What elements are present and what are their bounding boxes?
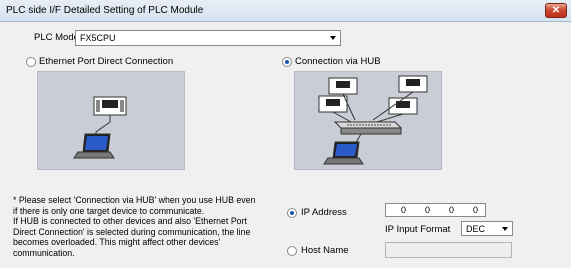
direct-connection-diagram bbox=[37, 71, 185, 170]
host-name-input[interactable] bbox=[385, 242, 512, 258]
laptop-icon bbox=[73, 133, 115, 159]
radio-connection-via-hub[interactable] bbox=[282, 57, 292, 67]
direct-connection-illustration bbox=[73, 96, 127, 159]
window-title: PLC side I/F Detailed Setting of PLC Mod… bbox=[6, 5, 204, 16]
note-line: Direct Connection' is selected during co… bbox=[13, 226, 251, 237]
hub-usage-note: * Please select 'Connection via HUB' whe… bbox=[13, 195, 283, 258]
plc-mode-select[interactable]: FX5CPU bbox=[75, 30, 341, 46]
hub-icon bbox=[333, 121, 403, 135]
note-line: communication. bbox=[13, 247, 75, 258]
note-line: if there is only one target device to co… bbox=[13, 205, 205, 216]
radio-direct-connection[interactable] bbox=[26, 57, 36, 67]
close-button[interactable]: ✕ bbox=[545, 3, 567, 18]
connection-via-hub-label: Connection via HUB bbox=[295, 56, 381, 67]
ip-octet-2[interactable]: 0 bbox=[410, 205, 430, 215]
title-bar: PLC side I/F Detailed Setting of PLC Mod… bbox=[0, 0, 571, 22]
note-line: becomes overloaded. This might affect ot… bbox=[13, 237, 221, 247]
plc-icon bbox=[93, 96, 127, 116]
chevron-down-icon bbox=[330, 36, 336, 40]
ip-input-format-label: IP Input Format bbox=[385, 224, 451, 235]
ip-address-label: IP Address bbox=[301, 207, 347, 218]
via-hub-illustration bbox=[318, 75, 428, 165]
ip-address-input[interactable]: 0 0 0 0 bbox=[385, 203, 486, 217]
ip-octet-4[interactable]: 0 bbox=[458, 205, 478, 215]
radio-host-name[interactable] bbox=[287, 246, 297, 256]
host-name-label: Host Name bbox=[301, 245, 349, 256]
direct-connection-label: Ethernet Port Direct Connection bbox=[39, 56, 174, 67]
plc-icon bbox=[398, 75, 428, 93]
note-line: If HUB is connected to other devices and… bbox=[13, 216, 247, 226]
chevron-down-icon bbox=[502, 227, 508, 231]
ip-octet-1[interactable]: 0 bbox=[386, 205, 406, 215]
plc-mode-label: PLC Mode bbox=[34, 32, 79, 43]
plc-mode-value: FX5CPU bbox=[80, 33, 116, 43]
ip-input-format-value: DEC bbox=[466, 224, 486, 234]
close-icon: ✕ bbox=[551, 5, 561, 16]
plc-icon bbox=[318, 95, 348, 113]
via-hub-diagram bbox=[294, 71, 442, 170]
ip-input-format-select[interactable]: DEC bbox=[461, 221, 513, 236]
plc-icon bbox=[328, 77, 358, 95]
laptop-icon bbox=[323, 141, 364, 165]
note-line: * Please select 'Connection via HUB' whe… bbox=[13, 195, 256, 205]
radio-ip-address[interactable] bbox=[287, 208, 297, 218]
ip-octet-3[interactable]: 0 bbox=[434, 205, 454, 215]
